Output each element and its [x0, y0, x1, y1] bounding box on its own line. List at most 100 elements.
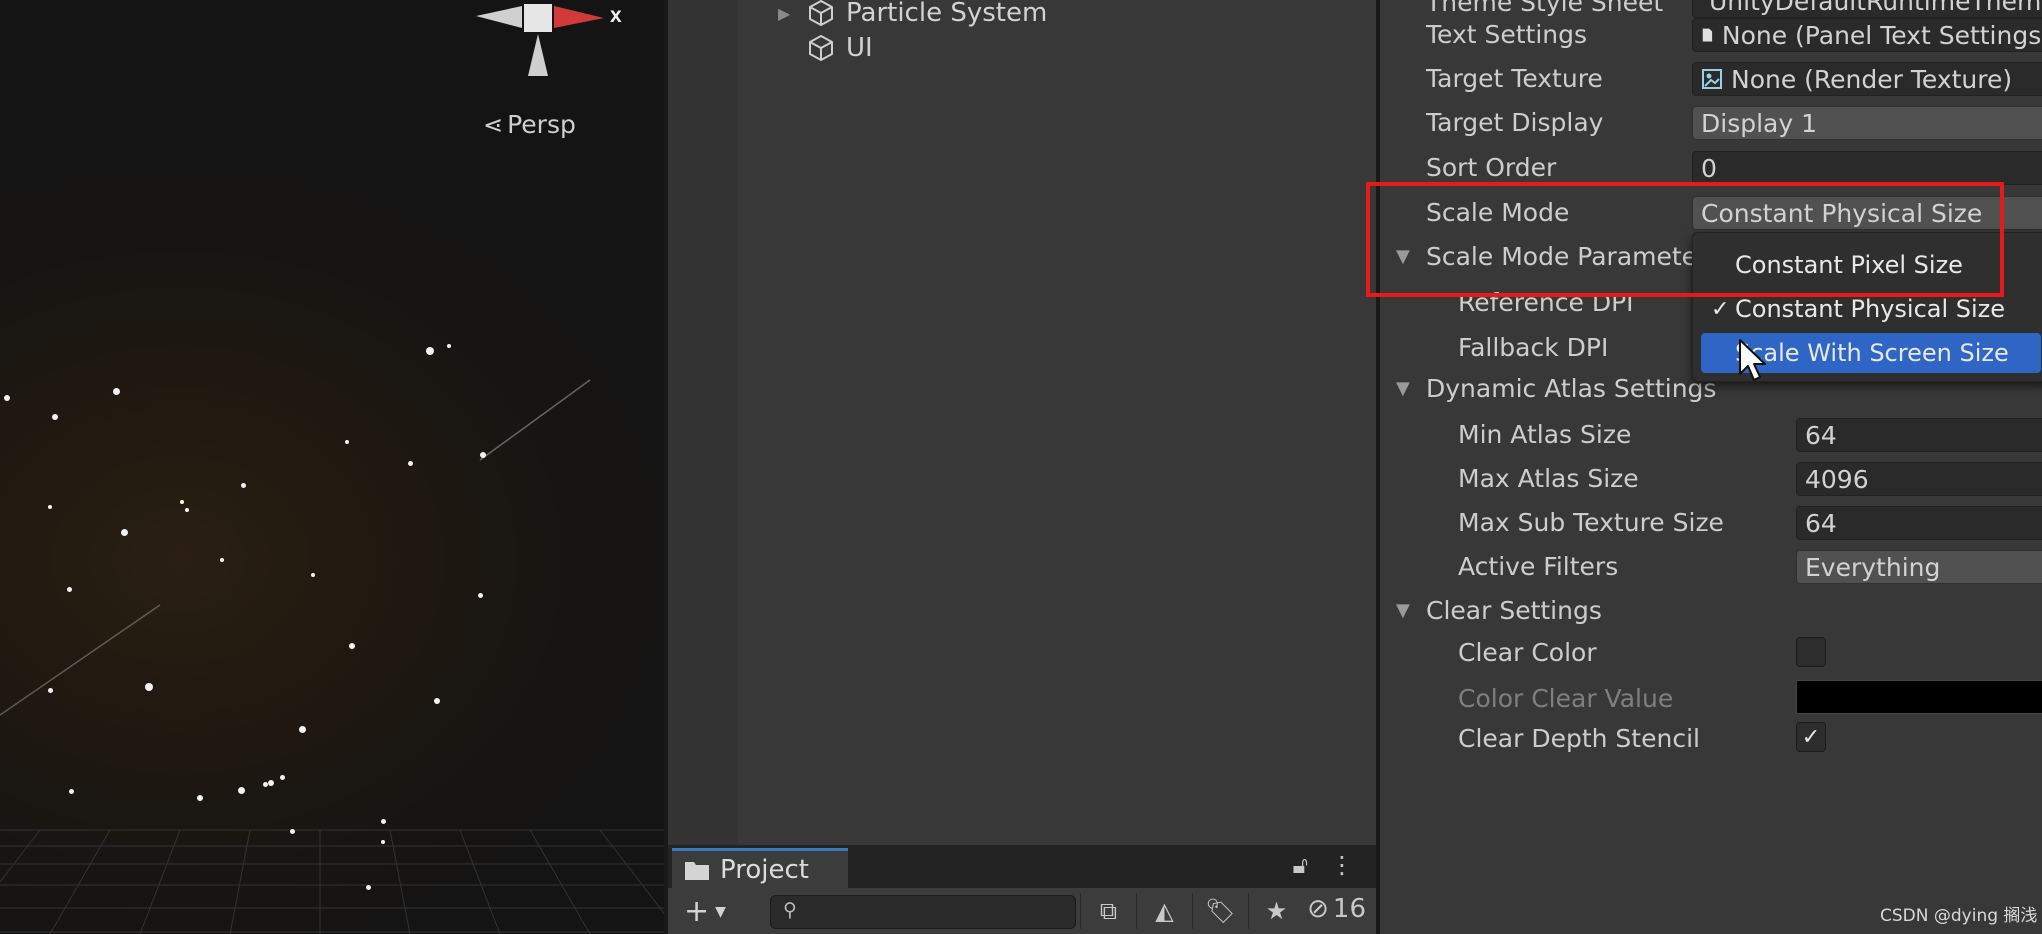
- more-options-icon[interactable]: ⋮: [1330, 851, 1354, 879]
- hierarchy-panel: ▶ Particle System UI: [664, 0, 1376, 845]
- hierarchy-item-label: UI: [846, 33, 873, 63]
- target-display-dropdown[interactable]: Display 1: [1692, 106, 2042, 140]
- target-display-label: Target Display: [1426, 108, 1604, 137]
- theme-style-sheet-field[interactable]: UnityDefaultRuntimeTheme: [1692, 0, 2042, 18]
- search-by-label-icon[interactable]: 🏷︎: [1192, 893, 1248, 929]
- particle: [426, 347, 434, 355]
- search-input[interactable]: ⚲: [770, 895, 1076, 929]
- particle: [241, 483, 246, 488]
- hidden-count: 16: [1332, 894, 1366, 924]
- particle: [48, 505, 52, 509]
- active-filters-dropdown[interactable]: Everything: [1796, 550, 2042, 584]
- search-by-type-icon[interactable]: ◭: [1136, 893, 1192, 929]
- particle: [113, 388, 120, 395]
- particle: [345, 440, 349, 444]
- particle: [408, 461, 413, 466]
- eye-slash-icon: ⊘: [1307, 894, 1329, 924]
- project-tabbar: Project 🔓︎ ⋮: [668, 845, 1376, 888]
- dynamic-atlas-settings-label[interactable]: Dynamic Atlas Settings: [1426, 374, 1716, 403]
- clear-depth-stencil-label: Clear Depth Stencil: [1458, 724, 1700, 753]
- particle: [52, 414, 58, 420]
- file-icon: [1702, 28, 1713, 42]
- hierarchy-gutter: [668, 0, 738, 845]
- watermark: CSDN @dying 搁浅: [1880, 906, 2038, 926]
- hierarchy-item[interactable]: UI: [806, 31, 873, 65]
- clear-depth-stencil-checkbox[interactable]: ✓: [1796, 722, 1826, 752]
- color-clear-value-label: Color Clear Value: [1458, 684, 1674, 713]
- project-panel: Project 🔓︎ ⋮ + ▼ ⚲ ⧉ ◭ 🏷︎ ★ ⊘ 16: [664, 845, 1376, 934]
- projection-toggle[interactable]: ⋖ Persp: [483, 110, 576, 139]
- particle: [185, 508, 189, 512]
- mouse-pointer-icon: [1739, 339, 1766, 381]
- project-toolbar: + ▼ ⚲ ⧉ ◭ 🏷︎ ★ ⊘ 16: [668, 888, 1376, 934]
- foldout-arrow-icon[interactable]: ▼: [1396, 600, 1410, 621]
- particle: [299, 726, 306, 733]
- clear-color-label: Clear Color: [1458, 638, 1597, 667]
- max-atlas-size-label: Max Atlas Size: [1458, 464, 1639, 493]
- particle: [4, 395, 10, 401]
- text-settings-label: Text Settings: [1426, 20, 1588, 49]
- max-atlas-size-input[interactable]: 4096: [1796, 462, 2042, 496]
- particle: [280, 775, 285, 780]
- annotation-highlight-box: [1366, 182, 2004, 297]
- orientation-gizmo[interactable]: x: [470, 0, 630, 90]
- projection-label: Persp: [507, 110, 576, 139]
- clear-color-checkbox[interactable]: [1796, 637, 1826, 667]
- particle: [311, 573, 315, 577]
- checkmark-icon: ✓: [1711, 296, 1730, 322]
- favorites-icon[interactable]: ★: [1248, 893, 1304, 929]
- lock-icon[interactable]: 🔓︎: [1292, 851, 1308, 879]
- min-atlas-size-input[interactable]: 64: [1796, 418, 2042, 452]
- sort-order-input[interactable]: 0: [1692, 151, 2042, 185]
- scene-grid: [0, 379, 664, 934]
- text-settings-field[interactable]: None (Panel Text Settings): [1692, 18, 2042, 52]
- checkmark-icon: ✓: [1801, 724, 1821, 750]
- inspector-panel: Theme Style Sheet UnityDefaultRuntimeThe…: [1376, 0, 2042, 934]
- particle: [238, 787, 245, 794]
- particle: [48, 688, 53, 693]
- active-filters-label: Active Filters: [1458, 552, 1619, 581]
- particle: [268, 780, 274, 786]
- gameobject-cube-icon: [809, 35, 833, 61]
- particle: [480, 452, 486, 458]
- particle: [381, 819, 386, 824]
- tab-actions: 🔓︎ ⋮: [1292, 851, 1354, 879]
- particle: [263, 782, 268, 787]
- particle: [349, 643, 355, 649]
- max-sub-texture-size-input[interactable]: 64: [1796, 506, 2042, 540]
- chevron-down-icon: ▼: [715, 903, 726, 920]
- color-clear-value-swatch[interactable]: [1796, 680, 2042, 714]
- hierarchy-item[interactable]: ▶ Particle System: [778, 0, 1047, 30]
- particle: [180, 500, 184, 504]
- tab-project[interactable]: Project: [672, 848, 848, 888]
- plus-icon: +: [684, 894, 710, 929]
- tab-label: Project: [720, 854, 809, 885]
- foldout-arrow-icon[interactable]: ▼: [1396, 378, 1410, 399]
- particle: [290, 829, 295, 834]
- particle: [434, 698, 440, 704]
- search-icon: ⚲: [783, 899, 797, 921]
- target-texture-field[interactable]: None (Render Texture): [1692, 62, 2042, 96]
- gameobject-cube-icon: [809, 0, 833, 26]
- project-tool-icons: ⧉ ◭ 🏷︎ ★: [1080, 893, 1304, 929]
- max-sub-texture-size-label: Max Sub Texture Size: [1458, 508, 1724, 537]
- perspective-icon: ⋖: [483, 110, 504, 139]
- expand-arrow-icon[interactable]: ▶: [778, 4, 800, 23]
- particle: [381, 840, 385, 844]
- particle: [67, 587, 72, 592]
- particle: [197, 795, 203, 801]
- particle: [220, 558, 224, 562]
- theme-style-sheet-label: Theme Style Sheet: [1426, 0, 1664, 17]
- target-texture-label: Target Texture: [1426, 64, 1603, 93]
- scene-view[interactable]: x ⋖ Persp: [0, 0, 664, 934]
- hidden-packages-toggle[interactable]: ⊘ 16: [1307, 894, 1366, 924]
- folder-icon: [685, 861, 709, 880]
- clear-settings-label[interactable]: Clear Settings: [1426, 596, 1602, 625]
- min-atlas-size-label: Min Atlas Size: [1458, 420, 1632, 449]
- create-button[interactable]: + ▼: [684, 894, 726, 929]
- open-window-icon[interactable]: ⧉: [1080, 893, 1136, 929]
- particle: [69, 789, 74, 794]
- render-texture-icon: [1702, 69, 1722, 89]
- particle: [145, 683, 153, 691]
- particle: [447, 344, 451, 348]
